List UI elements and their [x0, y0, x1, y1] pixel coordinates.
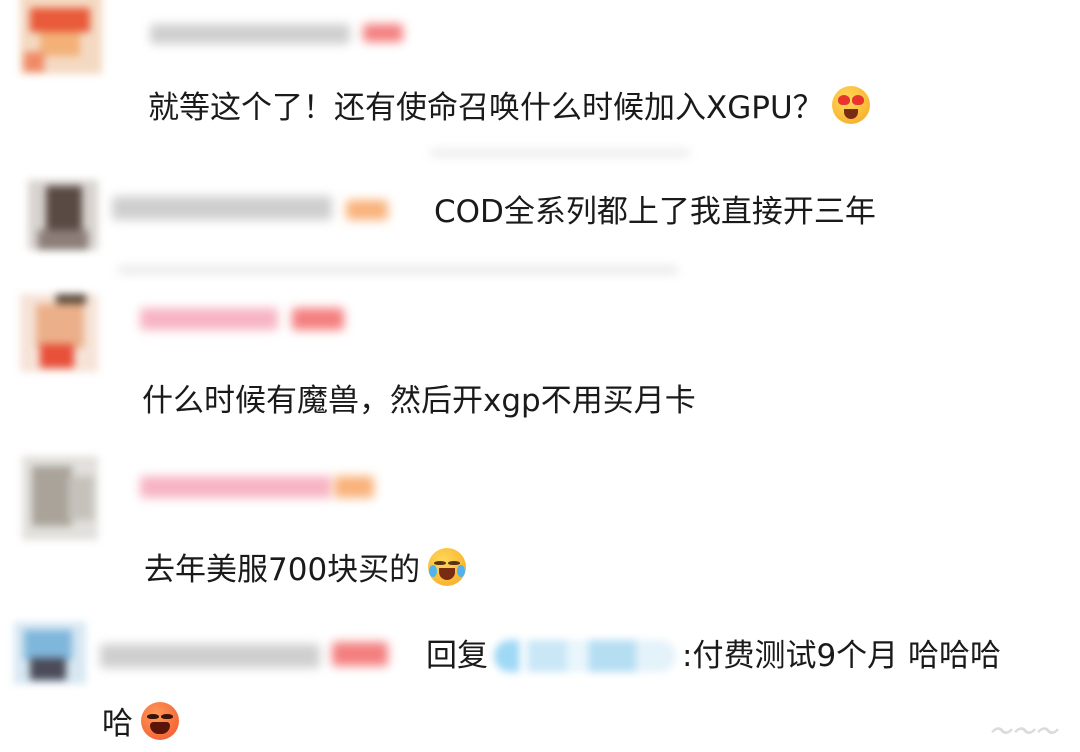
comment-text: 就等这个了！还有使命召唤什么时候加入XGPU？ — [148, 86, 870, 128]
username-blurred[interactable] — [112, 196, 332, 220]
meta-info-blurred — [430, 150, 690, 156]
heart-eyes-emoji-icon — [831, 86, 870, 124]
meta-info-blurred — [118, 266, 678, 274]
avatar[interactable] — [20, 0, 102, 74]
watermark: 〜〜〜 — [988, 720, 1058, 745]
level-badge — [346, 200, 388, 220]
reply-prefix: 回复 — [426, 638, 488, 674]
username-blurred[interactable] — [140, 308, 278, 330]
level-badge — [363, 24, 403, 42]
comment-text: 去年美服700块买的 — [144, 548, 467, 590]
comment-text: COD全系列都上了我直接开三年 — [434, 194, 876, 230]
avatar[interactable] — [22, 456, 98, 540]
username-blurred[interactable] — [100, 644, 320, 668]
avatar[interactable] — [28, 180, 98, 250]
mention-username-blurred[interactable] — [494, 640, 676, 672]
level-badge — [292, 308, 344, 330]
avatar[interactable] — [14, 622, 86, 684]
comment-text-continued: 哈 — [102, 702, 179, 744]
avatar[interactable] — [20, 294, 98, 372]
username-blurred[interactable] — [140, 476, 332, 498]
comment-text: 回复:付费测试9个月 哈哈哈 — [426, 638, 1002, 674]
username-blurred[interactable] — [150, 24, 350, 44]
comment-text: 什么时候有魔兽，然后开xgp不用买月卡 — [142, 383, 696, 419]
level-badge — [334, 476, 374, 498]
laughing-crying-emoji-icon — [428, 548, 467, 586]
laughing-emoji-icon — [141, 702, 179, 740]
level-badge — [332, 642, 388, 666]
